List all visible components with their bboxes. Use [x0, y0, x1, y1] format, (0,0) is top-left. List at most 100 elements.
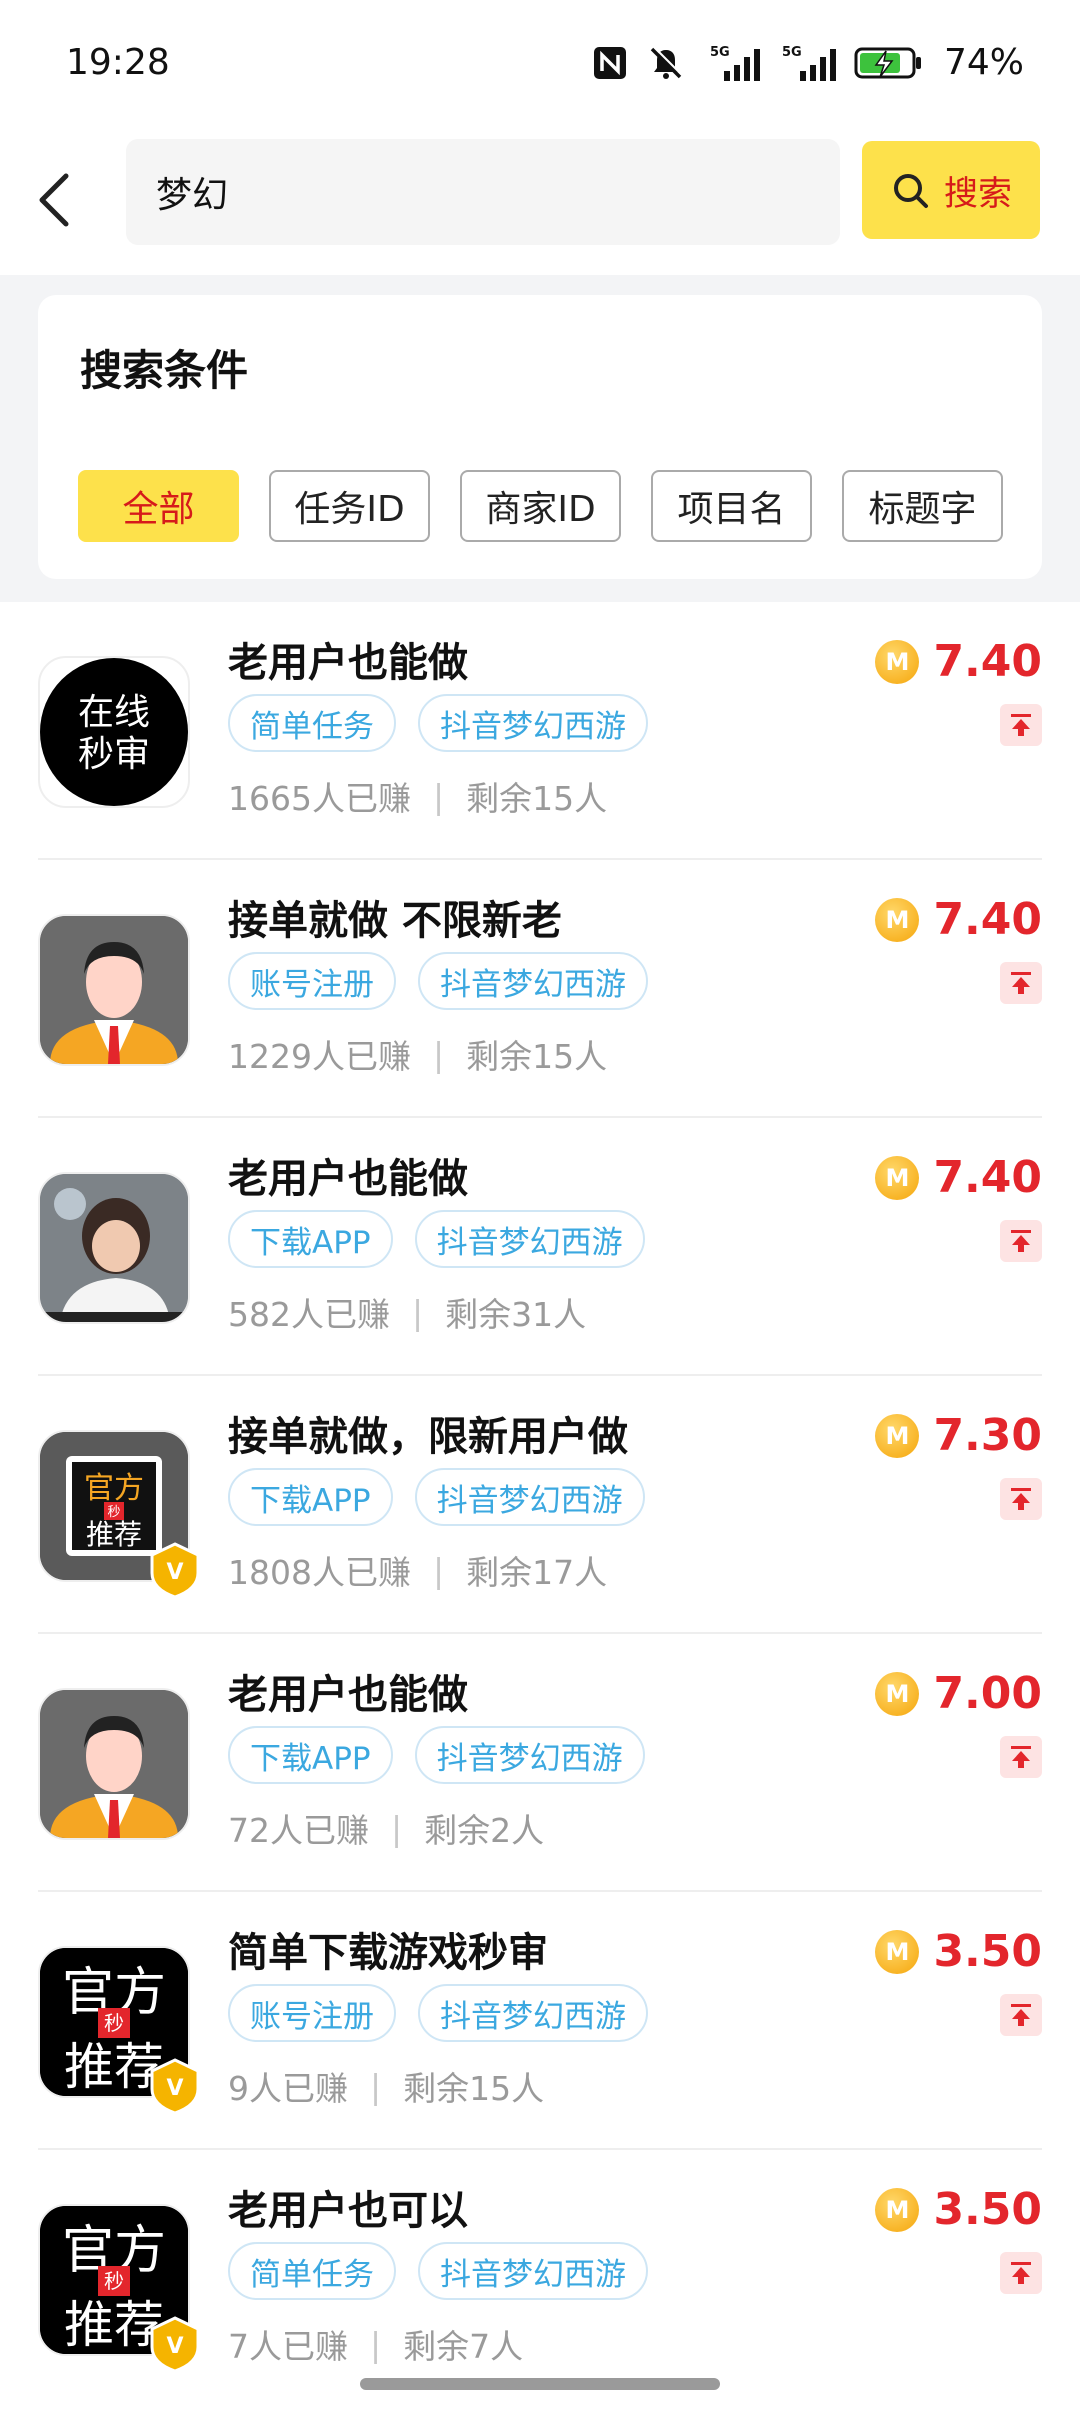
battery-charging-icon — [854, 43, 924, 83]
price-value: 7.40 — [933, 894, 1042, 945]
arrow-up-icon — [1011, 1746, 1031, 1768]
pin-top-button[interactable] — [1000, 2252, 1042, 2294]
earned-count: 9人已赚 — [228, 2069, 348, 2108]
home-indicator[interactable] — [360, 2378, 720, 2390]
chevron-left-icon — [39, 173, 69, 227]
filter-chip-task-id[interactable]: 任务ID — [269, 470, 430, 542]
task-tags: 账号注册 抖音梦幻西游 — [228, 952, 648, 1010]
task-tag: 账号注册 — [228, 952, 396, 1010]
svg-text:5G: 5G — [710, 45, 730, 60]
status-bar: 19:28 5G 5G 74% — [0, 0, 1080, 125]
svg-text:秒审: 秒审 — [78, 734, 150, 775]
default-user-avatar — [38, 914, 190, 1066]
remaining-count: 剩余2人 — [424, 1811, 545, 1850]
filter-chip-title-keyword[interactable]: 标题字 — [842, 470, 1003, 542]
online-review-avatar: 在线 秒审 — [38, 656, 190, 808]
coin-icon: M — [875, 639, 920, 684]
pin-top-button[interactable] — [1000, 1736, 1042, 1778]
verified-badge-icon: V — [146, 2057, 204, 2115]
task-title: 老用户也能做 — [228, 1672, 468, 1718]
task-stats: 1665人已赚 | 剩余15人 — [228, 772, 607, 820]
task-stats: 7人已赚 | 剩余7人 — [228, 2320, 523, 2368]
svg-text:推荐: 推荐 — [86, 1518, 142, 1551]
task-stats: 1808人已赚 | 剩余17人 — [228, 1546, 607, 1594]
pin-top-button[interactable] — [1000, 1220, 1042, 1262]
coin-icon: M — [875, 1413, 920, 1458]
search-conditions-section: 搜索条件 全部 任务ID 商家ID 项目名 标题字 — [0, 275, 1080, 602]
task-tag: 简单任务 — [228, 694, 396, 752]
stats-separator: | — [432, 1550, 445, 1590]
task-stats: 9人已赚 | 剩余15人 — [228, 2062, 544, 2110]
search-header: 搜索 — [0, 125, 1080, 275]
task-list: 在线 秒审 老用户也能做 简单任务 抖音梦幻西游 1665人已赚 | 剩余15人… — [0, 602, 1080, 2408]
task-item[interactable]: 官方 秒 推荐 V 老用户也可以 简单任务 抖音梦幻西游 7人已赚 | 剩余7人… — [0, 2150, 1080, 2408]
price-value: 7.00 — [933, 1668, 1042, 1719]
search-conditions-title: 搜索条件 — [80, 346, 249, 395]
task-item[interactable]: 接单就做 不限新老 账号注册 抖音梦幻西游 1229人已赚 | 剩余15人 M … — [0, 860, 1080, 1118]
svg-text:秒: 秒 — [104, 2269, 124, 2293]
back-button[interactable] — [24, 155, 84, 245]
task-tag: 简单任务 — [228, 2242, 396, 2300]
child-photo-avatar — [38, 1172, 190, 1324]
remaining-count: 剩余7人 — [403, 2327, 524, 2366]
status-icons: 5G 5G 74% — [590, 42, 1024, 83]
arrow-up-icon — [1011, 1230, 1031, 1252]
arrow-up-icon — [1011, 1488, 1031, 1510]
task-item[interactable]: 官方 秒 推荐 V 简单下载游戏秒审 账号注册 抖音梦幻西游 9人已赚 | 剩余… — [0, 1892, 1080, 2150]
task-tags: 下载APP 抖音梦幻西游 — [228, 1210, 645, 1268]
search-input[interactable] — [154, 170, 840, 214]
arrow-up-icon — [1011, 2004, 1031, 2026]
svg-text:在线: 在线 — [78, 692, 150, 733]
svg-text:官方: 官方 — [84, 1471, 144, 1506]
stats-separator: | — [432, 776, 445, 816]
task-stats: 582人已赚 | 剩余31人 — [228, 1288, 586, 1336]
filter-chip-all[interactable]: 全部 — [78, 470, 239, 542]
remaining-count: 剩余17人 — [466, 1553, 608, 1592]
earned-count: 1229人已赚 — [228, 1037, 411, 1076]
coin-icon: M — [875, 1155, 920, 1200]
coin-icon: M — [875, 1929, 920, 1974]
task-title: 老用户也能做 — [228, 640, 468, 686]
task-tags: 账号注册 抖音梦幻西游 — [228, 1984, 648, 2042]
task-item[interactable]: 老用户也能做 下载APP 抖音梦幻西游 72人已赚 | 剩余2人 M 7.00 — [0, 1634, 1080, 1892]
task-item[interactable]: 老用户也能做 下载APP 抖音梦幻西游 582人已赚 | 剩余31人 M 7.4… — [0, 1118, 1080, 1376]
coin-icon: M — [875, 897, 920, 942]
filter-chip-merchant-id[interactable]: 商家ID — [460, 470, 621, 542]
task-tag: 下载APP — [228, 1468, 393, 1526]
earned-count: 7人已赚 — [228, 2327, 348, 2366]
task-tag: 抖音梦幻西游 — [418, 694, 648, 752]
search-conditions-card: 搜索条件 全部 任务ID 商家ID 项目名 标题字 — [38, 295, 1042, 579]
arrow-up-icon — [1011, 2262, 1031, 2284]
svg-text:秒: 秒 — [104, 2011, 124, 2035]
filter-chips: 全部 任务ID 商家ID 项目名 标题字 — [78, 470, 1003, 542]
remaining-count: 剩余31人 — [445, 1295, 587, 1334]
battery-percent: 74% — [943, 42, 1024, 83]
task-price: M 3.50 — [875, 2184, 1042, 2235]
search-button[interactable]: 搜索 — [862, 141, 1040, 239]
price-value: 7.30 — [933, 1410, 1042, 1461]
pin-top-button[interactable] — [1000, 1994, 1042, 2036]
task-price: M 3.50 — [875, 1926, 1042, 1977]
filter-chip-project-name[interactable]: 项目名 — [651, 470, 812, 542]
verified-badge-icon: V — [146, 1541, 204, 1599]
earned-count: 582人已赚 — [228, 1295, 390, 1334]
task-tag: 账号注册 — [228, 1984, 396, 2042]
task-price: M 7.40 — [875, 894, 1042, 945]
task-item[interactable]: 官方 秒 推荐 V 接单就做，限新用户做 下载APP 抖音梦幻西游 1808人已… — [0, 1376, 1080, 1634]
task-item[interactable]: 在线 秒审 老用户也能做 简单任务 抖音梦幻西游 1665人已赚 | 剩余15人… — [0, 602, 1080, 860]
pin-top-button[interactable] — [1000, 704, 1042, 746]
search-input-container[interactable] — [126, 139, 840, 245]
pin-top-button[interactable] — [1000, 1478, 1042, 1520]
task-tags: 简单任务 抖音梦幻西游 — [228, 694, 648, 752]
search-icon — [894, 174, 928, 208]
verified-badge-icon: V — [146, 2315, 204, 2373]
stats-separator: | — [370, 2324, 382, 2364]
default-user-avatar — [38, 1688, 190, 1840]
pin-top-button[interactable] — [1000, 962, 1042, 1004]
price-value: 3.50 — [933, 1926, 1042, 1977]
task-tag: 抖音梦幻西游 — [414, 1468, 645, 1526]
price-value: 3.50 — [933, 2184, 1042, 2235]
status-time: 19:28 — [66, 42, 170, 83]
svg-text:V: V — [166, 2076, 183, 2101]
task-title: 老用户也可以 — [228, 2188, 468, 2234]
